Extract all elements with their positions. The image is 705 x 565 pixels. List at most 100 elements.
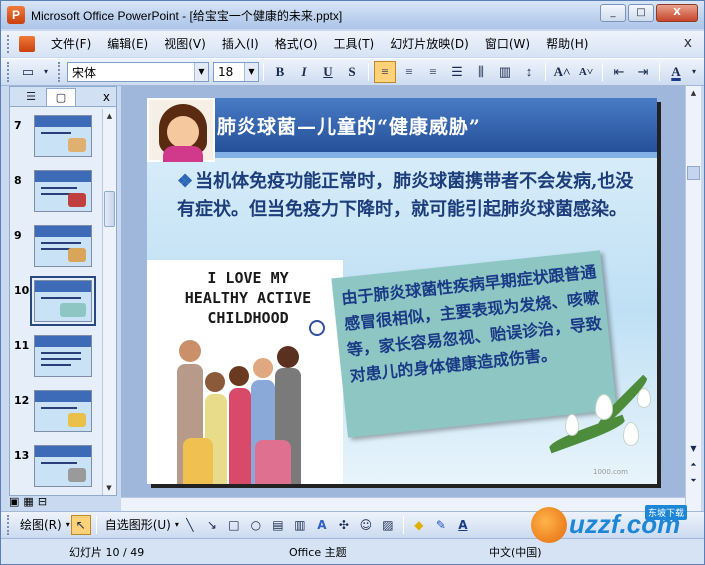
- slide-title[interactable]: 肺炎球菌—儿童的“健康威胁”: [217, 112, 481, 139]
- thumbnail-number: 7: [14, 119, 22, 132]
- menu-grip-handle[interactable]: [7, 35, 15, 53]
- menu-file[interactable]: 文件(F): [43, 34, 99, 54]
- menu-window[interactable]: 窗口(W): [477, 34, 538, 54]
- thumbnail-number: 11: [14, 339, 30, 352]
- close-document-button[interactable]: x: [684, 35, 692, 51]
- scroll-down-icon[interactable]: ▼: [687, 442, 700, 456]
- bold-button[interactable]: B: [269, 61, 291, 83]
- wordart-icon[interactable]: A: [312, 515, 332, 535]
- current-slide[interactable]: 肺炎球菌—儿童的“健康威胁” ❖ 当机体免疫功能正常时，肺炎球菌携带者不会发病,也…: [147, 98, 657, 484]
- slide-thumbnail[interactable]: [34, 170, 92, 212]
- increase-font-icon[interactable]: A˄: [551, 61, 573, 83]
- thumbnail-row[interactable]: 13: [10, 445, 104, 491]
- chevron-down-icon[interactable]: ▾: [689, 61, 699, 83]
- window-controls: _ □ X: [600, 4, 698, 22]
- increase-indent-icon[interactable]: ⇥: [632, 61, 654, 83]
- slide-thumbnail[interactable]: [34, 445, 92, 487]
- slide-thumbnail[interactable]: [34, 225, 92, 267]
- line-icon[interactable]: ╲: [180, 515, 200, 535]
- powerpoint-app-icon[interactable]: P: [7, 6, 25, 24]
- align-left-icon[interactable]: ≡: [374, 61, 396, 83]
- fill-color-icon[interactable]: ◆: [409, 515, 429, 535]
- menu-insert[interactable]: 插入(I): [214, 34, 267, 54]
- thumbnail-row[interactable]: 7: [10, 115, 104, 161]
- slide-thumbnail[interactable]: [34, 115, 92, 157]
- vertical-textbox-icon[interactable]: ▥: [290, 515, 310, 535]
- menu-view[interactable]: 视图(V): [156, 34, 214, 54]
- scroll-thumb[interactable]: [687, 166, 700, 180]
- thumbnail-row[interactable]: 12: [10, 390, 104, 436]
- textbox-icon[interactable]: ▤: [268, 515, 288, 535]
- rectangle-icon[interactable]: □: [224, 515, 244, 535]
- vertical-distribute-icon[interactable]: ⫼: [470, 61, 492, 83]
- previous-slide-icon[interactable]: ⏶: [687, 458, 700, 472]
- bullet-text-box[interactable]: ❖ 当机体免疫功能正常时，肺炎球菌携带者不会发病,也没有症状。但当免疫力下降时，就…: [177, 168, 647, 224]
- toolbar-grip-handle[interactable]: [7, 62, 13, 82]
- align-center-icon[interactable]: ≡: [398, 61, 420, 83]
- font-size-select[interactable]: 18 ▼: [213, 62, 259, 82]
- underline-button[interactable]: U: [317, 61, 339, 83]
- columns-icon[interactable]: ▥: [494, 61, 516, 83]
- slide-thumbnail[interactable]: [30, 276, 96, 326]
- decrease-font-icon[interactable]: A˅: [575, 61, 597, 83]
- thumbnail-row[interactable]: 8: [10, 170, 104, 216]
- title-bar: P Microsoft Office PowerPoint - [给宝宝一个健康…: [1, 1, 704, 29]
- select-pointer-icon[interactable]: ↖: [70, 514, 91, 535]
- slideshow-view-icon[interactable]: ⊟: [38, 495, 47, 511]
- slides-tab-icon[interactable]: ▢: [46, 87, 76, 106]
- align-right-icon[interactable]: ≡: [422, 61, 444, 83]
- normal-view-icon[interactable]: ▣: [9, 495, 19, 511]
- scroll-up-icon[interactable]: ▲: [686, 86, 701, 100]
- chevron-down-icon[interactable]: ▾: [66, 520, 70, 529]
- italic-button[interactable]: I: [293, 61, 315, 83]
- font-name-select[interactable]: 宋体 ▼: [67, 62, 209, 82]
- menu-help[interactable]: 帮助(H): [538, 34, 596, 54]
- menu-slideshow[interactable]: 幻灯片放映(D): [382, 34, 477, 54]
- scroll-up-icon[interactable]: ▲: [103, 109, 116, 123]
- menu-format[interactable]: 格式(O): [267, 34, 326, 54]
- scroll-thumb[interactable]: [104, 191, 115, 227]
- outline-tab-icon[interactable]: ☰: [16, 88, 46, 106]
- toolbar-grip-handle[interactable]: [7, 514, 13, 535]
- menu-tools[interactable]: 工具(T): [326, 34, 383, 54]
- font-color-icon[interactable]: A: [665, 61, 687, 83]
- autoshapes-menu-button[interactable]: 自选图形(U): [101, 516, 175, 533]
- panel-tabs: ☰ ▢ x: [10, 87, 116, 107]
- thumbnail-number: 13: [14, 449, 30, 462]
- next-slide-icon[interactable]: ⏷: [687, 474, 700, 488]
- decrease-indent-icon[interactable]: ⇤: [608, 61, 630, 83]
- diagram-icon[interactable]: ✣: [334, 515, 354, 535]
- thumbnail-row[interactable]: 11: [10, 335, 104, 381]
- thumbnail-row-selected[interactable]: 10: [10, 276, 104, 326]
- draw-menu-button[interactable]: 绘图(R): [16, 516, 66, 533]
- picture-icon[interactable]: ▨: [378, 515, 398, 535]
- clipart-icon[interactable]: ☺: [356, 515, 376, 535]
- close-button[interactable]: X: [656, 4, 698, 22]
- chevron-down-icon[interactable]: ▾: [175, 520, 179, 529]
- arrow-icon[interactable]: ↘: [202, 515, 222, 535]
- menu-edit[interactable]: 编辑(E): [99, 34, 156, 54]
- distribute-icon[interactable]: ☰: [446, 61, 468, 83]
- line-spacing-icon[interactable]: ↕: [518, 61, 540, 83]
- children-photo[interactable]: I LOVE MY HEALTHY ACTIVE CHILDHOOD: [147, 260, 343, 484]
- slide-thumbnail[interactable]: [34, 390, 92, 432]
- slide-thumbnail[interactable]: [34, 335, 92, 377]
- font-color-icon[interactable]: A: [453, 515, 473, 535]
- toolbar-options-chevron-icon[interactable]: ▾: [41, 61, 51, 83]
- minimize-button[interactable]: _: [600, 4, 626, 22]
- thumbnail-row[interactable]: 9: [10, 225, 104, 271]
- new-document-icon[interactable]: ▭: [17, 61, 39, 83]
- slide-scrollbar[interactable]: ▲ ▼ ⏶ ⏷: [685, 86, 701, 511]
- oval-icon[interactable]: ○: [246, 515, 266, 535]
- shadow-button[interactable]: S: [341, 61, 363, 83]
- document-icon[interactable]: [19, 36, 35, 52]
- slide-sorter-view-icon[interactable]: ▦: [23, 495, 33, 511]
- line-color-icon[interactable]: ✎: [431, 515, 451, 535]
- chevron-down-icon[interactable]: ▼: [194, 63, 208, 81]
- thumbnails-scrollbar[interactable]: ▲ ▼: [102, 109, 116, 495]
- maximize-button[interactable]: □: [628, 4, 654, 22]
- toolbar-grip-handle-2[interactable]: [58, 62, 64, 82]
- chevron-down-icon[interactable]: ▼: [244, 63, 258, 81]
- close-panel-icon[interactable]: x: [103, 90, 110, 104]
- scroll-down-icon[interactable]: ▼: [103, 481, 115, 495]
